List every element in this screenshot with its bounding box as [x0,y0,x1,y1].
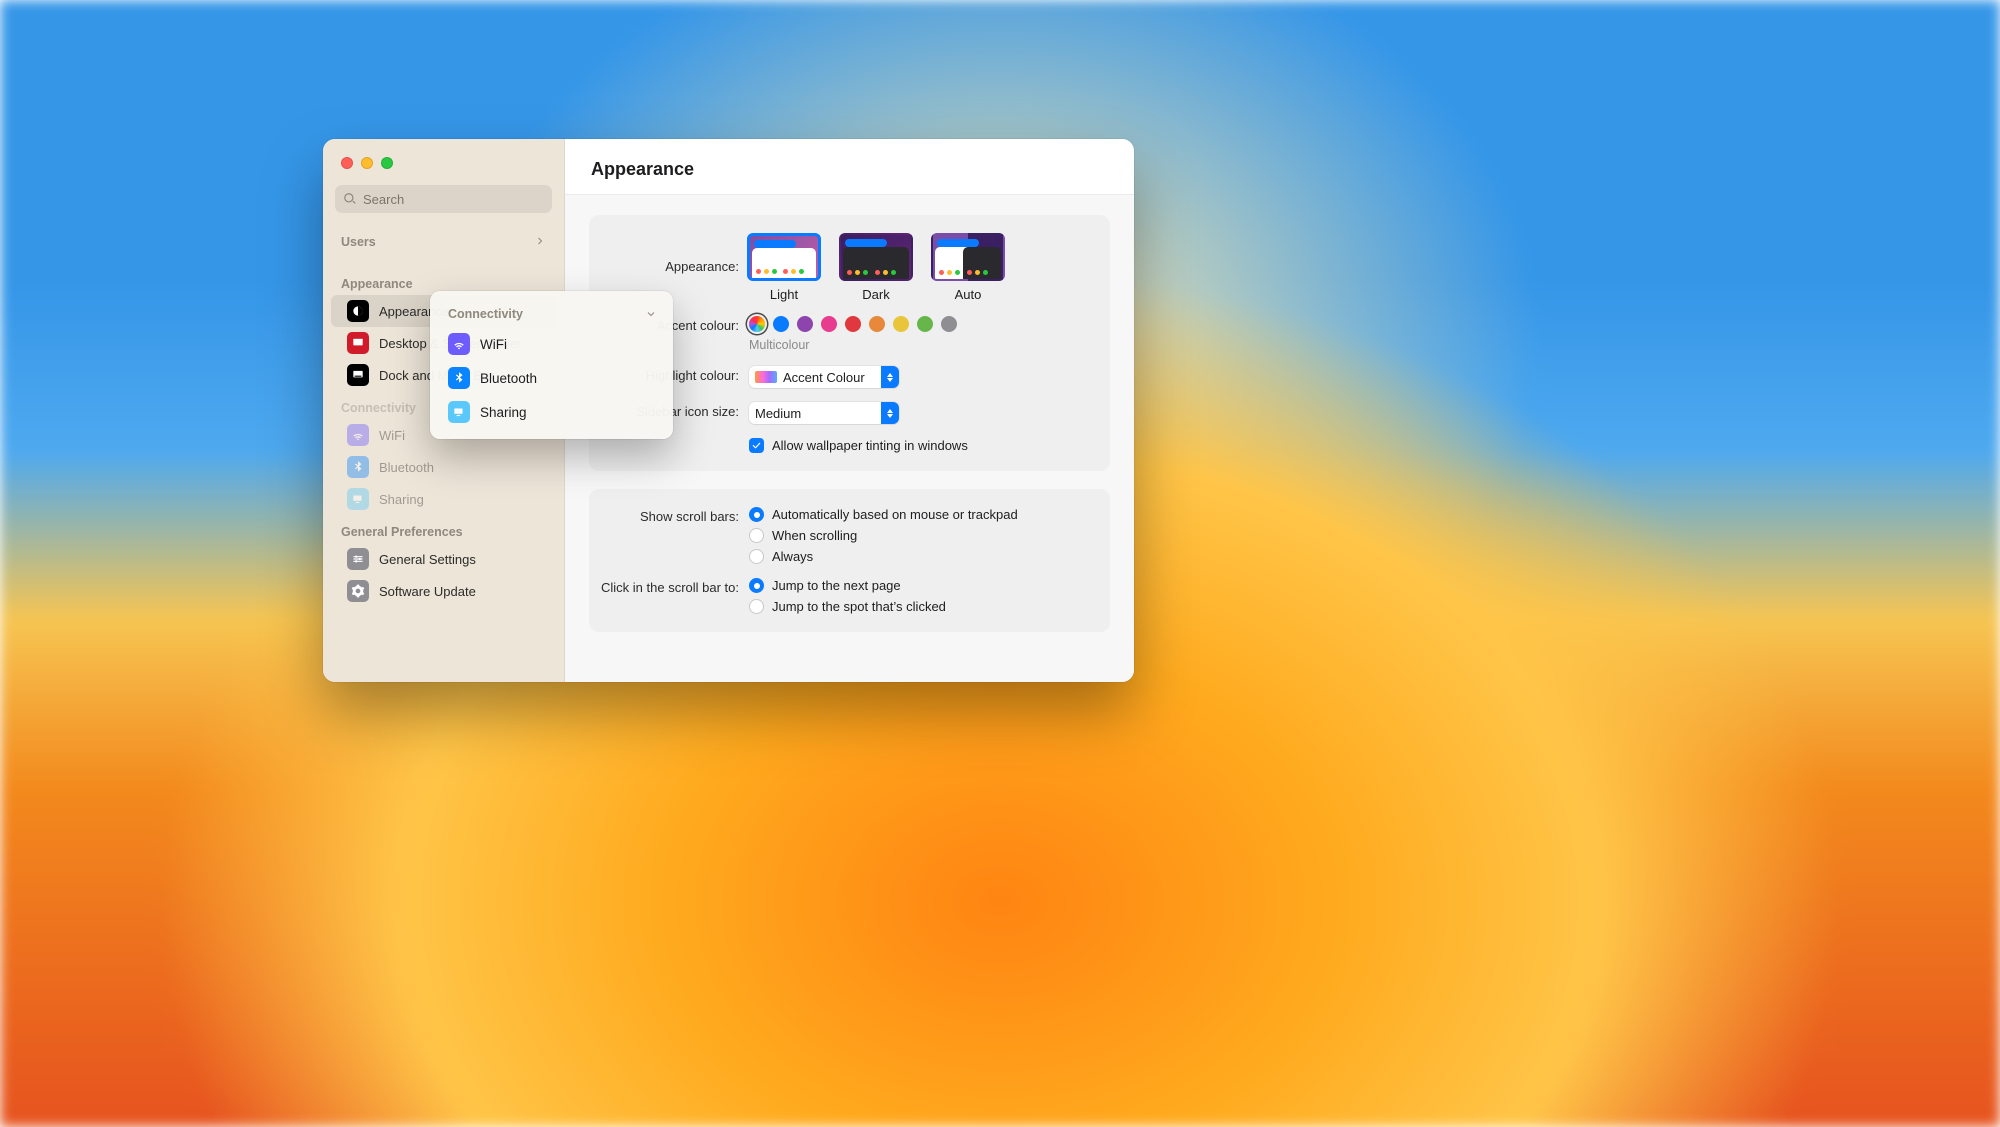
accent-swatch-orange[interactable] [869,316,885,332]
radio-label: Jump to the next page [772,578,901,593]
sidebar-item-sharing[interactable]: Sharing [331,483,556,515]
popover-item-bluetooth[interactable]: Bluetooth [430,361,673,395]
highlight-colour-select[interactable]: Accent Colour [749,366,899,388]
popover-item-wifi[interactable]: WiFi [430,327,673,361]
zoom-window-button[interactable] [381,157,393,169]
popover-item-label: WiFi [480,337,507,352]
search-placeholder: Search [363,192,404,207]
accent-swatch-purple[interactable] [797,316,813,332]
appearance-icon [347,300,369,322]
popover-item-label: Bluetooth [480,371,537,386]
dock-icon [347,364,369,386]
radio-label: When scrolling [772,528,857,543]
wallpaper-tinting-checkbox[interactable]: Allow wallpaper tinting in windows [749,438,1088,453]
accent-swatch-yellow[interactable] [893,316,909,332]
radio-label: Jump to the spot that’s clicked [772,599,946,614]
sharing-icon [448,401,470,423]
click-radio-next-page[interactable]: Jump to the next page [749,578,1088,593]
accent-swatch-green[interactable] [917,316,933,332]
thumb-label: Light [770,287,798,302]
click-radio-jump-to-spot[interactable]: Jump to the spot that’s clicked [749,599,1088,614]
close-window-button[interactable] [341,157,353,169]
checkbox-label: Allow wallpaper tinting in windows [772,438,968,453]
sidebar-section-general-header: General Preferences [323,515,564,543]
scroll-radio-when-scrolling[interactable]: When scrolling [749,528,1088,543]
popover-header[interactable]: Connectivity [430,299,673,327]
accent-value-name: Multicolour [749,338,1088,352]
accent-swatch-grey[interactable] [941,316,957,332]
scrollclick-row-label: Click in the scroll bar to: [601,578,749,595]
popover-item-label: Sharing [480,405,527,420]
accent-swatch-multicolour[interactable] [749,316,765,332]
scroll-radio-auto[interactable]: Automatically based on mouse or trackpad [749,507,1088,522]
select-value: Medium [755,406,801,421]
bluetooth-icon [448,367,470,389]
appearance-option-dark[interactable]: Dark [839,233,913,302]
sidebar-item-label: Software Update [379,584,476,599]
sidebar-item-label: WiFi [379,428,405,443]
sidebar-item-label: Sharing [379,492,424,507]
sidebar-section-users[interactable]: Users [323,225,564,253]
scrollbars-row-label: Show scroll bars: [601,507,749,524]
appearance-row-label: Appearance: [601,233,749,274]
radio-label: Automatically based on mouse or trackpad [772,507,1018,522]
appearance-option-auto[interactable]: Auto [931,233,1005,302]
minimize-window-button[interactable] [361,157,373,169]
highlight-gradient-icon [755,371,777,383]
radio-label: Always [772,549,813,564]
thumb-label: Dark [862,287,889,302]
sidebar-icon-size-select[interactable]: Medium [749,402,899,424]
page-title: Appearance [565,139,1134,195]
sharing-icon [347,488,369,510]
search-input[interactable]: Search [335,185,552,213]
bluetooth-icon [347,456,369,478]
sidebar-item-software-update[interactable]: Software Update [331,575,556,607]
sidebar-item-label: Bluetooth [379,460,434,475]
chevron-down-icon [645,308,657,320]
scrollbar-panel: Show scroll bars: Automatically based on… [589,489,1110,632]
select-value: Accent Colour [783,370,865,385]
accent-swatch-pink[interactable] [821,316,837,332]
window-traffic-lights [323,153,564,185]
appearance-option-light[interactable]: Light [747,233,821,302]
select-stepper-icon [881,402,899,424]
wifi-icon [347,424,369,446]
desktop-icon [347,332,369,354]
search-icon [343,192,357,206]
sidebar-item-label: General Settings [379,552,476,567]
popover-item-sharing[interactable]: Sharing [430,395,673,429]
sidebar-item-general-settings[interactable]: General Settings [331,543,556,575]
gear-icon [347,580,369,602]
select-stepper-icon [881,366,899,388]
connectivity-popover: Connectivity WiFi Bluetooth Sharing [430,291,673,439]
thumb-label: Auto [955,287,982,302]
wifi-icon [448,333,470,355]
scroll-radio-always[interactable]: Always [749,549,1088,564]
sidebar-item-bluetooth[interactable]: Bluetooth [331,451,556,483]
accent-swatch-red[interactable] [845,316,861,332]
general-icon [347,548,369,570]
chevron-right-icon [534,235,546,247]
accent-swatch-blue[interactable] [773,316,789,332]
